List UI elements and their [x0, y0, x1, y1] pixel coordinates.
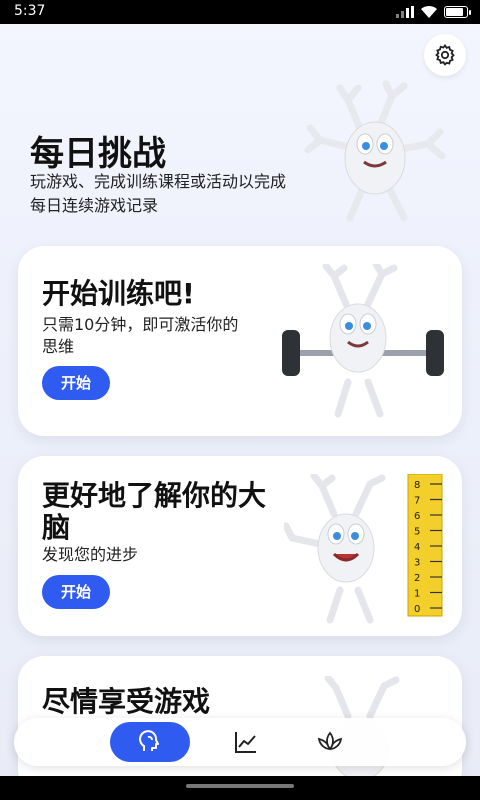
nav-item-wellness[interactable] — [308, 722, 352, 762]
neuron-mascot-illustration — [304, 80, 446, 222]
ruler-label: 2 — [414, 573, 420, 584]
ruler-label: 7 — [414, 496, 420, 507]
page-description: 玩游戏、完成训练课程或活动以完成每日连续游戏记录 — [30, 172, 287, 215]
page-title: 每日挑战 — [30, 134, 166, 174]
brain-insight-card[interactable]: 更好地了解你的大脑 发现您的进步 开始 8 7 6 5 4 3 2 1 0 — [18, 456, 462, 636]
training-card-description: 只需10分钟，即可激活你的思维 — [42, 315, 239, 356]
ruler-label: 6 — [414, 511, 420, 522]
nav-item-stats[interactable] — [224, 722, 268, 762]
bottom-navigation — [14, 718, 466, 766]
enjoy-games-card-title: 尽情享受游戏 — [42, 685, 211, 718]
system-navigation-bar — [0, 776, 480, 800]
neuron-ruler-illustration: 8 7 6 5 4 3 2 1 0 — [284, 474, 443, 624]
signal-icon — [396, 6, 414, 18]
ruler-label: 8 — [414, 480, 420, 491]
battery-fill — [446, 8, 464, 16]
brain-insight-start-button[interactable]: 开始 — [42, 575, 110, 609]
ruler-label: 1 — [414, 589, 420, 600]
battery-icon — [444, 6, 471, 18]
training-start-button[interactable]: 开始 — [42, 366, 110, 400]
lotus-icon — [317, 731, 343, 751]
nav-item-training[interactable] — [110, 722, 190, 762]
gear-icon — [435, 43, 455, 66]
brain-icon — [139, 730, 159, 751]
ruler-label: 0 — [414, 604, 420, 615]
brain-insight-card-title: 更好地了解你的大脑 — [42, 479, 267, 544]
ruler-label: 4 — [414, 542, 420, 553]
neuron-weightlifting-illustration — [282, 264, 444, 418]
training-card-title: 开始训练吧! — [42, 277, 195, 310]
ruler-label: 3 — [414, 558, 420, 569]
settings-button[interactable] — [424, 34, 466, 76]
wifi-icon — [421, 5, 437, 18]
status-time: 5:37 — [14, 3, 46, 19]
chart-icon — [235, 732, 256, 753]
ruler-label: 5 — [414, 527, 420, 538]
home-indicator[interactable] — [186, 784, 294, 788]
training-card[interactable]: 开始训练吧! 只需10分钟，即可激活你的思维 开始 — [18, 246, 462, 436]
brain-insight-card-description: 发现您的进步 — [42, 545, 139, 564]
status-icons — [396, 4, 471, 20]
status-bar: 5:37 — [0, 0, 480, 24]
